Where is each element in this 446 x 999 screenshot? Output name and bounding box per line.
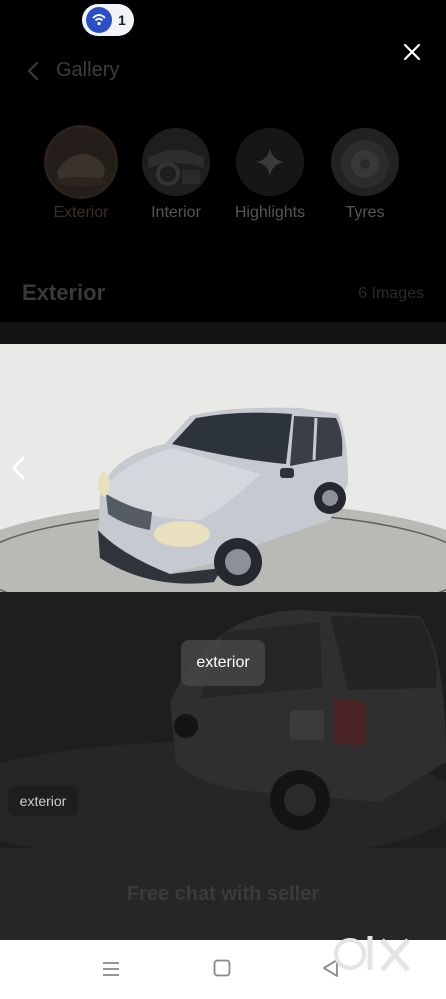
tab-highlights-label: Highlights	[234, 204, 306, 221]
section-header: Exterior 6 Images	[22, 280, 424, 310]
image-category-tag: exterior	[8, 786, 78, 816]
tab-highlights[interactable]: Highlights	[223, 128, 317, 222]
divider	[0, 322, 446, 344]
sparkle-icon	[236, 128, 304, 196]
olx-logo	[334, 936, 410, 972]
section-title: Exterior	[22, 280, 106, 305]
tab-exterior-label: Exterior	[53, 204, 109, 221]
category-tabs: Exterior Interior Highlights Tyres	[0, 128, 446, 228]
menu-icon[interactable]	[100, 958, 122, 980]
wifi-icon	[86, 7, 112, 33]
tab-interior-label: Interior	[151, 204, 201, 221]
highlights-thumbnail	[236, 128, 304, 196]
close-icon[interactable]	[398, 38, 426, 66]
notification-chip[interactable]: 1	[82, 4, 134, 36]
page-title: Gallery	[56, 59, 120, 81]
back-icon[interactable]	[20, 58, 46, 84]
system-nav-bar	[0, 936, 446, 999]
exterior-thumbnail	[47, 128, 115, 196]
image-caption-tooltip: exterior	[181, 640, 265, 686]
gallery-photo[interactable]	[0, 344, 446, 592]
image-count: 6 Images	[358, 285, 424, 302]
tab-tyres-label: Tyres	[345, 204, 385, 221]
home-icon[interactable]	[212, 958, 232, 978]
top-bar: Gallery	[0, 44, 446, 96]
tab-interior[interactable]: Interior	[129, 128, 223, 222]
tab-tyres[interactable]: Tyres	[318, 128, 412, 222]
notification-count: 1	[118, 12, 126, 28]
tab-exterior[interactable]: Exterior	[34, 128, 128, 222]
prev-arrow-icon[interactable]	[6, 452, 30, 484]
interior-thumbnail	[142, 128, 210, 196]
tyres-thumbnail	[331, 128, 399, 196]
